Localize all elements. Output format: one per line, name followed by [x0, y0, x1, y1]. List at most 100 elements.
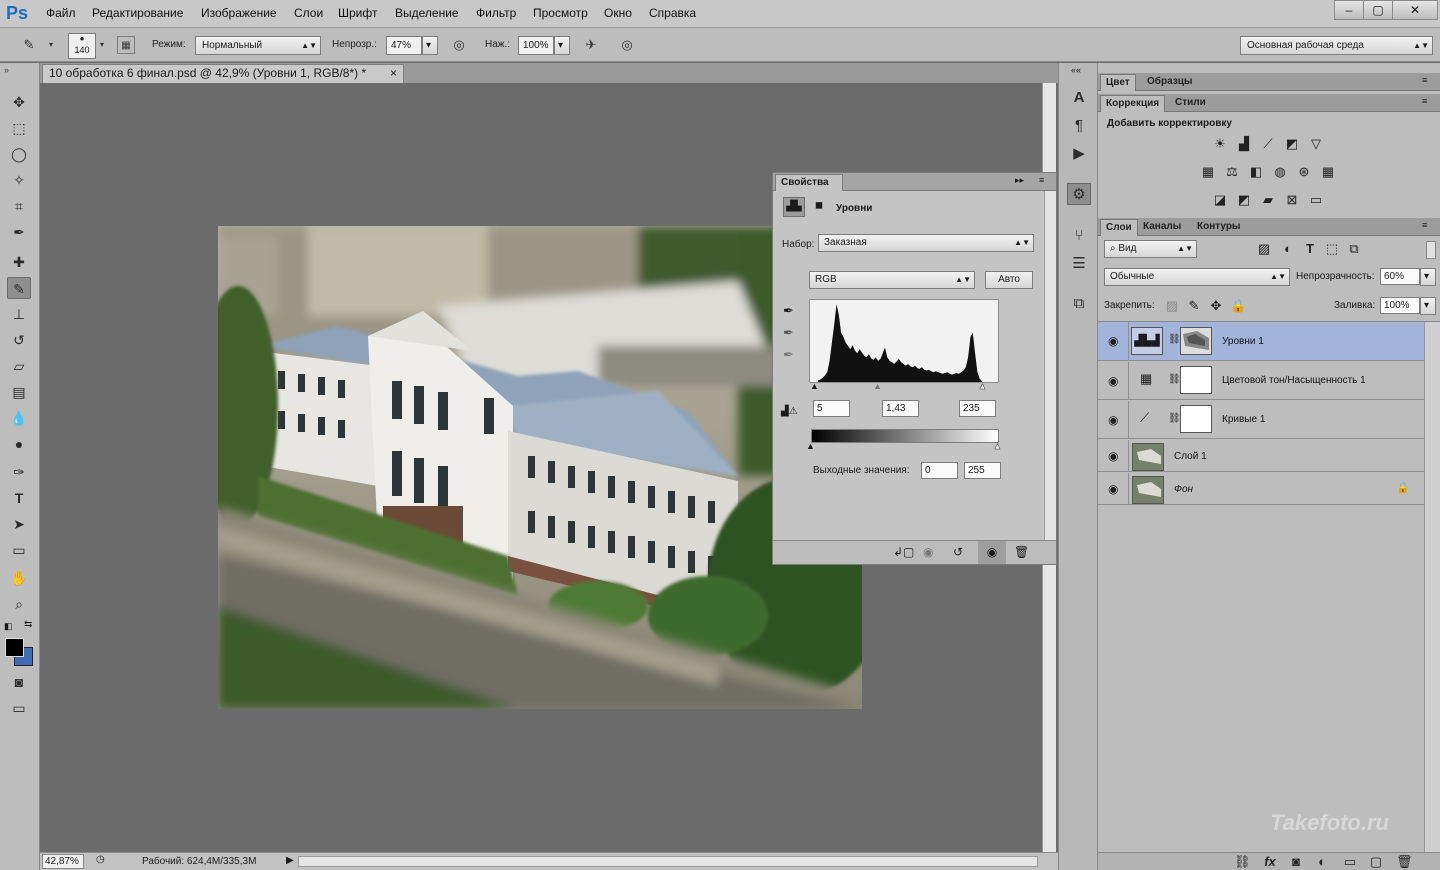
pressure-slider-toggle[interactable]: ▾ [554, 36, 570, 55]
photo-filter-icon[interactable]: ◍ [1272, 164, 1288, 180]
filter-adjustment-icon[interactable]: ◐ [1280, 241, 1296, 257]
properties-panel-icon[interactable]: ⚙ [1067, 183, 1091, 205]
collapse-icon[interactable]: «« [1071, 65, 1081, 75]
new-group-icon[interactable]: ▭ [1342, 854, 1358, 870]
menu-edit[interactable]: Редактирование [92, 6, 183, 20]
fx-icon[interactable]: fx [1262, 854, 1278, 870]
menu-select[interactable]: Выделение [395, 6, 459, 20]
selective-color-icon[interactable]: ⊠ [1284, 192, 1300, 208]
layer-filter-dropdown[interactable]: ⌕ Вид ▲▼ [1104, 240, 1197, 258]
character-panel-icon[interactable]: A [1067, 87, 1091, 109]
swap-colors-icon[interactable]: ⇆ [24, 619, 32, 630]
filter-smart-object-icon[interactable]: ⧉ [1346, 241, 1362, 257]
layer-name[interactable]: Цветовой тон/Насыщенность 1 [1222, 375, 1366, 386]
threshold-icon[interactable]: ▰ [1260, 192, 1276, 208]
blend-mode-dropdown[interactable]: Обычные ▲▼ [1104, 268, 1290, 286]
lock-position-icon[interactable]: ✥ [1208, 298, 1224, 314]
layer-row[interactable]: ◉ ▟▙▟ ⛓ Уровни 1 [1098, 322, 1424, 361]
history-brush-tool-icon[interactable]: ↺ [7, 329, 31, 351]
menu-help[interactable]: Справка [649, 6, 696, 20]
zoom-field[interactable]: 42,87% [42, 854, 84, 869]
blur-tool-icon[interactable]: 💧 [7, 407, 31, 429]
view-previous-icon[interactable]: ◉ [923, 545, 933, 559]
brush-tool-icon[interactable]: ✎ [7, 277, 31, 299]
type-tool-icon[interactable]: T [7, 487, 31, 509]
color-lookup-icon[interactable]: ▦ [1320, 164, 1336, 180]
black-white-icon[interactable]: ◧ [1248, 164, 1264, 180]
output-white-slider[interactable]: ▲ [993, 441, 1002, 452]
layer-name[interactable]: Слой 1 [1174, 451, 1207, 462]
tab-styles[interactable]: Стили [1170, 95, 1211, 112]
collapse-icon[interactable]: » [4, 65, 9, 75]
filter-shape-icon[interactable]: ⬚ [1324, 241, 1340, 257]
paragraph-panel-icon[interactable]: ¶ [1067, 115, 1091, 137]
workspace-dropdown[interactable]: Основная рабочая среда ▲▼ [1240, 36, 1433, 55]
status-arrow-icon[interactable]: ▶ [286, 855, 294, 866]
adjustments-panel-icon[interactable]: ☰ [1067, 253, 1091, 275]
new-adjustment-icon[interactable]: ◐ [1314, 854, 1330, 870]
invert-icon[interactable]: ◪ [1212, 192, 1228, 208]
tool-presets-icon[interactable]: ⑂ [1067, 225, 1091, 247]
mode-dropdown[interactable]: Нормальный ▲▼ [195, 36, 321, 55]
posterize-icon[interactable]: ◩ [1236, 192, 1252, 208]
link-layers-icon[interactable]: ⛓ [1234, 854, 1251, 870]
layer-row[interactable]: ◉ ⟋ ⛓ Кривые 1 [1098, 401, 1424, 439]
tab-paths[interactable]: Контуры [1192, 219, 1245, 236]
fill-field[interactable]: 100% [1380, 297, 1420, 314]
layer-row[interactable]: ◉ Фон 🔒 [1098, 473, 1424, 505]
chevron-down-icon[interactable]: ▾ [97, 36, 107, 54]
move-tool-icon[interactable]: ✥ [7, 91, 31, 113]
eyedropper-tool-icon[interactable]: ✒ [7, 221, 31, 243]
eraser-tool-icon[interactable]: ▱ [7, 355, 31, 377]
eye-icon[interactable]: ◉ [1108, 449, 1118, 463]
restore-button[interactable]: ▢ [1363, 0, 1393, 20]
clip-to-layer-icon[interactable]: ↲▢ [893, 545, 914, 559]
collapse-panel-icon[interactable]: ▸▸ [1015, 175, 1024, 186]
color-balance-icon[interactable]: ⚖ [1224, 164, 1240, 180]
levels-adjustment-icon[interactable]: ▟ [1236, 136, 1252, 152]
layer-mask-thumbnail[interactable] [1180, 405, 1212, 433]
crop-tool-icon[interactable]: ⌗ [7, 195, 31, 217]
brush-size-picker[interactable]: ● 140 [68, 33, 96, 59]
chain-link-icon[interactable]: ⛓ [1168, 374, 1181, 385]
zoom-tool-icon[interactable]: ⌕ [7, 593, 31, 615]
trash-icon[interactable]: 🗑 [1014, 545, 1029, 559]
layer-name[interactable]: Уровни 1 [1222, 336, 1264, 347]
new-layer-icon[interactable]: ▢ [1368, 854, 1384, 870]
add-mask-icon[interactable]: ◙ [1288, 854, 1304, 870]
lock-pixels-icon[interactable]: ✎ [1186, 298, 1202, 314]
status-menu-icon[interactable]: ◷ [96, 854, 105, 865]
menu-type[interactable]: Шрифт [338, 6, 377, 20]
filter-pixel-icon[interactable]: ▨ [1256, 241, 1272, 257]
clipping-warning-icon[interactable]: ▟⚠ [781, 406, 798, 417]
output-white-field[interactable]: 255 [964, 462, 1001, 479]
marquee-tool-icon[interactable]: ⬚ [7, 117, 31, 139]
tab-layers[interactable]: Слои [1100, 219, 1138, 236]
menu-window[interactable]: Окно [604, 6, 632, 20]
layer-opacity-field[interactable]: 60% [1380, 268, 1420, 285]
gradient-tool-icon[interactable]: ▤ [7, 381, 31, 403]
vibrance-icon[interactable]: ▽ [1308, 136, 1324, 152]
exposure-icon[interactable]: ◩ [1284, 136, 1300, 152]
layer-mask-thumbnail[interactable] [1180, 366, 1212, 394]
minimize-button[interactable]: – [1334, 0, 1364, 20]
fill-toggle[interactable]: ▾ [1420, 297, 1436, 315]
filter-toggle[interactable] [1426, 241, 1436, 259]
panel-menu-icon[interactable]: ≡ [1422, 96, 1427, 106]
white-eyedropper-icon[interactable]: ✒ [783, 347, 794, 363]
layer-name[interactable]: Кривые 1 [1222, 414, 1265, 425]
tablet-size-icon[interactable]: ◎ [618, 36, 636, 54]
healing-brush-tool-icon[interactable]: ✚ [7, 251, 31, 273]
layer-row[interactable]: ◉ Слой 1 [1098, 440, 1424, 472]
mask-icon[interactable]: ◼ [808, 197, 830, 217]
eye-icon[interactable]: ◉ [1108, 413, 1118, 427]
menu-image[interactable]: Изображение [201, 6, 277, 20]
clone-stamp-tool-icon[interactable]: ⊥ [7, 303, 31, 325]
actions-panel-icon[interactable]: ▶ [1067, 143, 1091, 165]
airbrush-icon[interactable]: ✈ [582, 36, 600, 54]
tab-swatches[interactable]: Образцы [1142, 74, 1197, 91]
eye-icon[interactable]: ◉ [1108, 374, 1118, 388]
brightness-contrast-icon[interactable]: ☀ [1212, 136, 1228, 152]
properties-scrollbar[interactable] [1044, 191, 1056, 540]
pressure-input[interactable]: 100% [518, 36, 554, 55]
